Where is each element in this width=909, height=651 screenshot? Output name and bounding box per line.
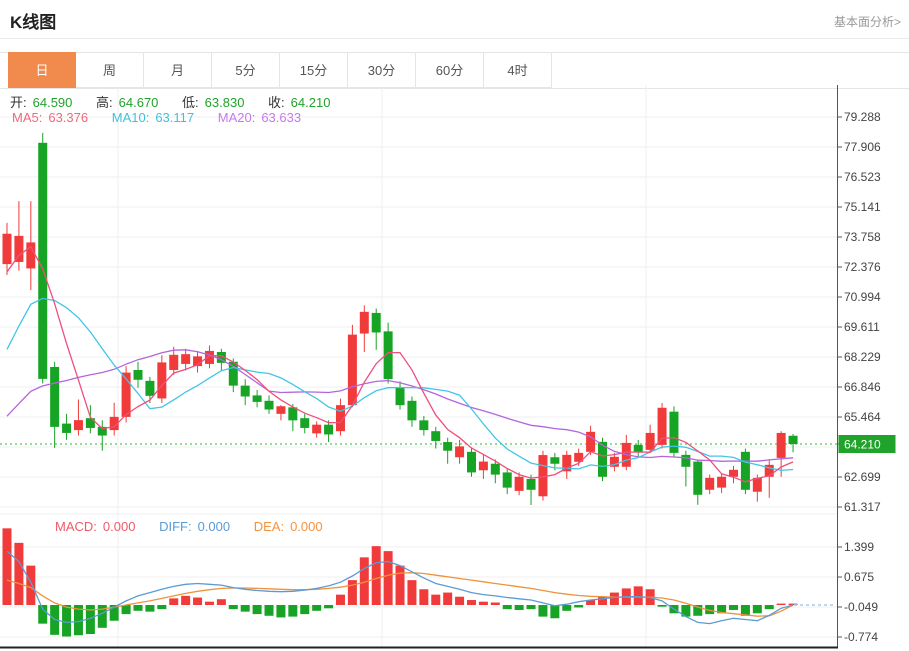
svg-text:64.210: 64.210 xyxy=(844,438,881,452)
tab-15min[interactable]: 15分 xyxy=(280,52,348,88)
low-value: 63.830 xyxy=(205,95,245,110)
dea-value: 0.000 xyxy=(290,519,323,534)
svg-text:61.317: 61.317 xyxy=(844,500,881,514)
svg-text:73.758: 73.758 xyxy=(844,230,881,244)
macd-legend: MACD: 0.000 DIFF: 0.000 DEA: 0.000 xyxy=(55,519,329,534)
ma5-label: MA5: xyxy=(12,110,42,125)
svg-text:1.399: 1.399 xyxy=(844,540,874,554)
svg-text:68.229: 68.229 xyxy=(844,350,881,364)
macd-value: 0.000 xyxy=(103,519,136,534)
svg-text:79.288: 79.288 xyxy=(844,110,881,124)
open-value: 64.590 xyxy=(33,95,73,110)
diff-label: DIFF: xyxy=(159,519,192,534)
svg-text:72.376: 72.376 xyxy=(844,260,881,274)
tab-60min[interactable]: 60分 xyxy=(416,52,484,88)
ma10-label: MA10: xyxy=(112,110,150,125)
tab-month[interactable]: 月 xyxy=(144,52,212,88)
kline-window: K线图 基本面分析> 日 周 月 5分 15分 30分 60分 4时 开:64.… xyxy=(0,0,909,651)
svg-text:66.846: 66.846 xyxy=(844,380,881,394)
svg-text:69.611: 69.611 xyxy=(844,320,880,334)
diff-value: 0.000 xyxy=(198,519,231,534)
svg-text:0.675: 0.675 xyxy=(844,570,874,584)
tab-4hour[interactable]: 4时 xyxy=(484,52,552,88)
open-label: 开: xyxy=(10,95,27,110)
tab-day[interactable]: 日 xyxy=(8,52,76,88)
svg-text:76.523: 76.523 xyxy=(844,170,881,184)
close-value: 64.210 xyxy=(291,95,331,110)
svg-text:65.464: 65.464 xyxy=(844,410,881,424)
svg-text:75.141: 75.141 xyxy=(844,200,881,214)
svg-text:77.906: 77.906 xyxy=(844,140,881,154)
high-label: 高: xyxy=(96,95,113,110)
svg-text:-0.774: -0.774 xyxy=(844,630,878,644)
tab-week[interactable]: 周 xyxy=(76,52,144,88)
ma10-value: 63.117 xyxy=(155,110,194,125)
period-tabbar: 日 周 月 5分 15分 30分 60分 4时 xyxy=(8,52,552,88)
ma20-label: MA20: xyxy=(218,110,256,125)
tab-30min[interactable]: 30分 xyxy=(348,52,416,88)
close-label: 收: xyxy=(268,95,285,110)
ma20-value: 63.633 xyxy=(261,110,301,125)
macd-label: MACD: xyxy=(55,519,97,534)
high-value: 64.670 xyxy=(119,95,159,110)
svg-text:70.994: 70.994 xyxy=(844,290,881,304)
svg-text:-0.049: -0.049 xyxy=(844,600,878,614)
low-label: 低: xyxy=(182,95,199,110)
ma-legend: MA5: 63.376 MA10: 63.117 MA20: 63.633 xyxy=(12,110,307,125)
svg-text:62.699: 62.699 xyxy=(844,470,881,484)
dea-label: DEA: xyxy=(254,519,284,534)
ohlc-legend: 开: 64.590 高: 64.670 低: 63.830 收: 64.210 xyxy=(10,92,336,111)
ma5-value: 63.376 xyxy=(48,110,88,125)
tab-5min[interactable]: 5分 xyxy=(212,52,280,88)
